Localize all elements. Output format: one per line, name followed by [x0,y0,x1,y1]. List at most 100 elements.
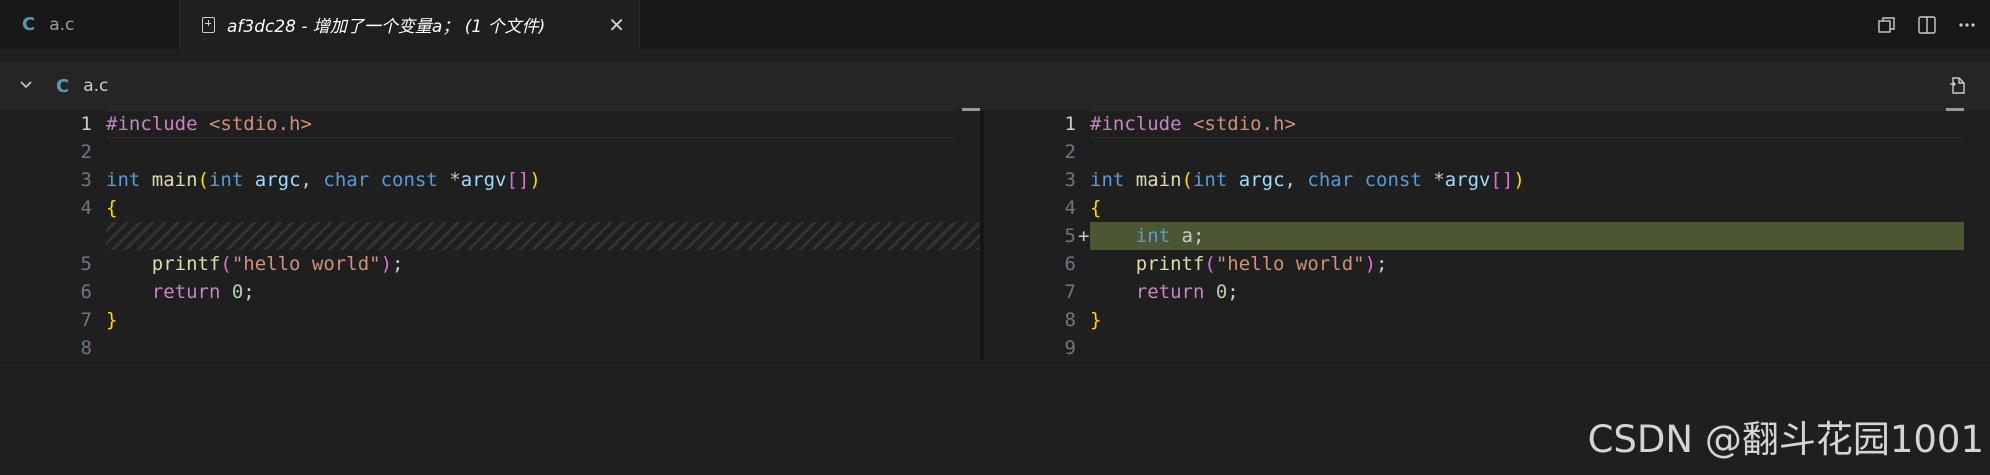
line-number: 7 [1064,281,1076,303]
code-token: #include [1090,113,1193,135]
code-line[interactable] [0,222,980,250]
original-editor[interactable]: 1 #include <stdio.h> 2 3 int main(int argc, … [0,108,980,362]
code-token: , [1284,169,1308,191]
code-token: return [151,281,232,303]
code-token: ( [1204,253,1216,275]
code-line[interactable]: 8 [0,334,980,362]
code-line[interactable]: 5 printf("hello world"); [0,250,980,278]
code-token: argv [1444,169,1491,191]
line-number: 4 [1064,197,1076,219]
open-file-icon[interactable] [1948,74,1970,96]
code-token: return [1135,281,1216,303]
code-token: main [1135,169,1182,191]
editor-actions [1876,0,1978,49]
code-token: * [449,169,461,191]
code-token: 0 [231,281,244,303]
code-text: #include <stdio.h> [106,110,312,138]
code-text: printf("hello world"); [106,250,404,278]
code-text: int main(int argc, char const *argv[]) [1090,166,1525,194]
code-line[interactable]: 6 printf("hello world"); [984,250,1990,278]
code-token: ( [197,169,209,191]
code-token: ; [1192,225,1205,247]
code-token: ; [1376,253,1388,275]
code-line[interactable]: 7 return 0; [984,278,1990,306]
code-token: int [1090,169,1136,191]
code-token: * [1433,169,1445,191]
close-icon[interactable]: ✕ [608,13,625,37]
code-token: [] [506,169,530,191]
code-line[interactable]: 4{ [984,194,1990,222]
modified-editor[interactable]: 1 #include <stdio.h> 2 3 int main(int argc, … [984,108,1990,362]
code-token: argc [254,169,301,191]
line-number: 4 [80,197,92,219]
c-file-icon: C [56,75,70,97]
code-line[interactable]: 7} [0,306,980,334]
code-token: char [323,169,381,191]
code-token: } [1090,309,1102,331]
file-header-label: a.c [83,76,109,96]
code-line[interactable]: 5 + int a; [984,222,1990,250]
code-token: const [380,169,450,191]
code-text: int main(int argc, char const *argv[]) [106,166,541,194]
code-line[interactable]: 9 [984,334,1990,362]
code-line[interactable]: 1 #include <stdio.h> [0,110,980,138]
code-token: { [1090,197,1102,219]
code-line[interactable]: 2 [984,138,1990,166]
insert-marker: + [1078,225,1090,247]
code-line[interactable]: 1 #include <stdio.h> [984,110,1990,138]
code-token: int [106,169,152,191]
code-line[interactable]: 6 return 0; [0,278,980,306]
c-file-icon: C [22,14,36,35]
code-token: [] [1490,169,1514,191]
code-token: "hello world" [231,253,381,275]
code-token: argv [460,169,507,191]
code-token: argc [1238,169,1285,191]
code-token: "hello world" [1215,253,1365,275]
code-line[interactable]: 8} [984,306,1990,334]
tab-bar: C a.c af3dc28 - 增加了一个变量a； (1 个文件) ✕ [0,0,1990,49]
line-number: 2 [1064,141,1076,163]
diff-file-header[interactable]: C a.c [0,62,1990,110]
tab-diff-commit[interactable]: af3dc28 - 增加了一个变量a； (1 个文件) ✕ [180,0,640,49]
more-actions-icon[interactable] [1956,14,1978,36]
code-line[interactable]: 4{ [0,194,980,222]
code-token: } [106,309,118,331]
code-text: printf("hello world"); [1090,250,1388,278]
code-token: ) [1364,253,1377,275]
code-token: a [1181,225,1193,247]
diff-filler-hatch [106,222,980,250]
line-number: 9 [1064,337,1076,359]
code-token: { [106,197,118,219]
code-line[interactable]: 3 int main(int argc, char const *argv[]) [0,166,980,194]
code-token: ( [1181,169,1193,191]
code-line[interactable]: 2 [0,138,980,166]
code-token: main [151,169,198,191]
divider [0,365,1990,366]
code-text: return 0; [1090,278,1239,306]
line-number: 8 [80,337,92,359]
split-editor-icon[interactable] [1916,14,1938,36]
code-token: int [208,169,255,191]
tab-a-c[interactable]: C a.c [0,0,180,49]
inserted-line-highlight [1090,222,1964,250]
code-token: ) [380,253,393,275]
code-token: ; [1227,281,1239,303]
code-token: char [1307,169,1365,191]
code-token: printf [1135,253,1205,275]
chevron-down-icon[interactable] [18,76,34,97]
code-line[interactable]: 3 int main(int argc, char const *argv[]) [984,166,1990,194]
line-number: 2 [80,141,92,163]
watermark: CSDN @翻斗花园1001 [1587,418,1984,461]
code-text: { [1090,194,1101,222]
code-token: #include [106,113,209,135]
code-text: } [106,306,117,334]
tab-label: a.c [49,14,75,35]
code-token: const [1364,169,1434,191]
diff-icon [202,16,215,33]
line-number: 5 [1064,225,1076,247]
open-changes-icon[interactable] [1876,14,1898,36]
